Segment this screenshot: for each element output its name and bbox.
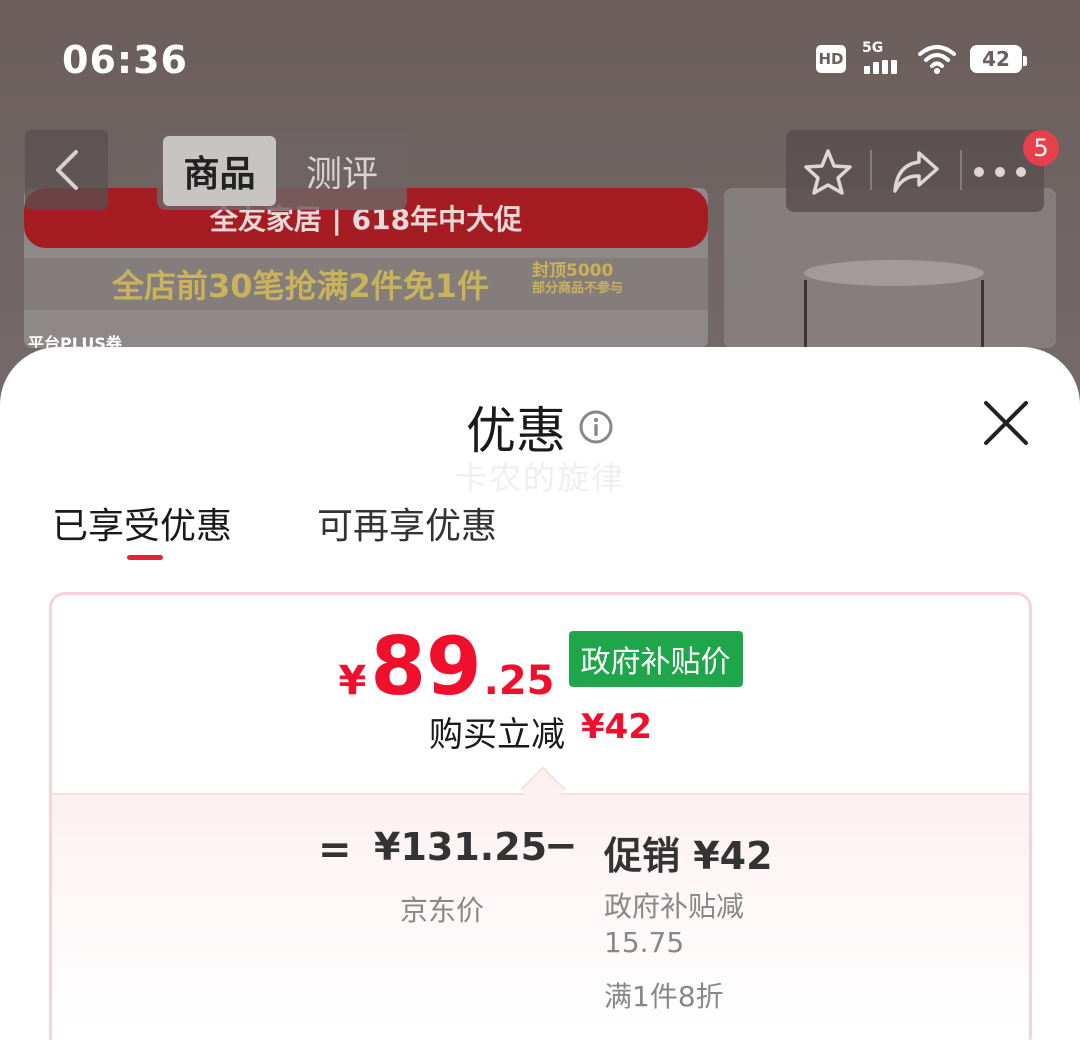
- minus-sign: −: [544, 823, 578, 869]
- close-icon[interactable]: [980, 397, 1032, 449]
- top-actions: [786, 130, 1044, 212]
- banner-sub-line1: 封顶5000: [532, 261, 614, 281]
- star-icon: [804, 149, 852, 195]
- signal-icon: 5G: [860, 40, 904, 76]
- plus-coupon-tag: 平台PLUS券: [28, 334, 122, 348]
- banner-sub: 封顶5000 部分商品不参与: [532, 262, 623, 298]
- tab-product[interactable]: 商品: [163, 136, 276, 206]
- wifi-icon: [918, 45, 956, 74]
- price-decimal: .25: [483, 658, 555, 704]
- price-currency: ¥: [338, 658, 367, 704]
- more-button[interactable]: [970, 142, 1030, 202]
- chevron-left-icon: [55, 150, 78, 190]
- instant-discount-value: ¥42: [581, 707, 652, 747]
- tab-enjoyed-discounts[interactable]: 已享受优惠: [52, 497, 232, 549]
- active-tab-indicator: [127, 555, 163, 560]
- banner-sub-line2: 部分商品不参与: [532, 281, 624, 296]
- jd-price-label: 京东价: [400, 894, 485, 927]
- message-count-badge: 5: [1023, 130, 1059, 166]
- promo-extra: 满1件8折: [604, 980, 724, 1013]
- price-breakdown-card: ¥ 89 .25 政府补贴价 购买立减 ¥42 = ¥131.25 京东价 − …: [49, 592, 1032, 1040]
- watermark: 卡农的旋律: [454, 459, 625, 497]
- promo-detail-amount: 15.75: [604, 926, 685, 959]
- promo-total: 促销 ¥42: [604, 834, 773, 878]
- tab-review[interactable]: 测评: [287, 136, 397, 206]
- banner-promo: 全店前30笔抢满2件免1件: [112, 267, 490, 305]
- share-icon: [893, 151, 939, 193]
- share-button[interactable]: [886, 142, 946, 202]
- instant-discount-label: 购买立减: [429, 715, 565, 755]
- promo-detail: 政府补贴减 15.75: [604, 889, 804, 961]
- battery-icon: 42: [970, 45, 1027, 73]
- jd-price-value: ¥131.25: [374, 825, 548, 869]
- back-button[interactable]: [25, 130, 108, 210]
- gov-subsidy-tag: 政府补贴价: [568, 631, 743, 687]
- status-bar: 06:36 HD 5G 42: [0, 0, 1080, 120]
- equals-sign: =: [318, 827, 352, 873]
- more-icon: [974, 167, 1026, 177]
- product-tab-switch: 商品 测评: [157, 130, 407, 210]
- favorite-button[interactable]: [798, 142, 858, 202]
- product-banner-image: 全友家居 | 618年中大促 全店前30笔抢满2件免1件 封顶5000 部分商品…: [24, 188, 708, 348]
- price-integer: 89: [370, 620, 482, 713]
- status-icons: HD 5G 42: [816, 40, 1027, 76]
- info-icon[interactable]: [578, 409, 614, 445]
- hd-icon: HD: [816, 45, 846, 73]
- instant-discount-row: 购买立减 ¥42: [52, 707, 1029, 756]
- promo-detail-label: 政府补贴减: [604, 890, 745, 923]
- status-time: 06:36: [62, 38, 188, 82]
- product-thumbnail-image: [724, 188, 1056, 348]
- discount-bottom-sheet: 优惠 卡农的旋律 已享受优惠 可再享优惠 ¥ 89 .25 政府补贴价 购买立减…: [0, 347, 1080, 1040]
- final-price: ¥ 89 .25 政府补贴价: [52, 627, 1029, 707]
- network-type: 5G: [862, 40, 884, 56]
- battery-level: 42: [982, 47, 1010, 71]
- tab-more-discounts[interactable]: 可再享优惠: [317, 497, 497, 549]
